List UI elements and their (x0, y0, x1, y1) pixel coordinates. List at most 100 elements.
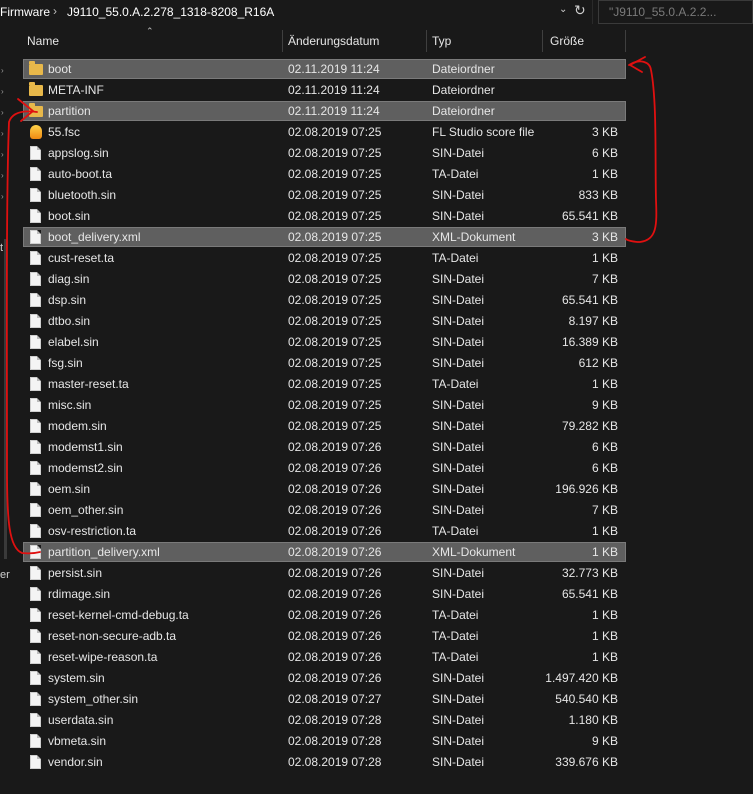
file-type: TA-Datei (432, 167, 479, 181)
column-divider[interactable] (282, 30, 283, 52)
file-row[interactable]: rdimage.sin 02.08.2019 07:26 SIN-Datei 65.5… (23, 584, 626, 604)
column-divider[interactable] (542, 30, 543, 52)
fl-studio-icon (30, 125, 42, 139)
file-date: 02.08.2019 07:25 (288, 209, 382, 223)
file-date: 02.08.2019 07:26 (288, 608, 382, 622)
file-size: 1.180 KB (568, 713, 618, 727)
file-row[interactable]: fsg.sin 02.08.2019 07:25 SIN-Datei 612 KB (23, 353, 626, 373)
file-size: 7 KB (591, 272, 618, 286)
expand-arrow-icon[interactable]: › (1, 87, 4, 96)
file-name: boot_delivery.xml (48, 230, 141, 244)
file-type: SIN-Datei (432, 755, 485, 769)
file-date: 02.08.2019 07:26 (288, 545, 382, 559)
file-icon (30, 293, 41, 307)
expand-arrow-icon[interactable]: › (1, 129, 4, 138)
expand-arrow-icon[interactable]: › (1, 171, 4, 180)
column-size[interactable]: Größe (550, 34, 584, 48)
file-row[interactable]: boot 02.11.2019 11:24 Dateiordner (23, 59, 626, 79)
file-row[interactable]: vbmeta.sin 02.08.2019 07:28 SIN-Datei 9 KB (23, 731, 626, 751)
file-size: 1.497.420 KB (545, 671, 618, 685)
file-date: 02.08.2019 07:26 (288, 440, 382, 454)
file-size: 9 KB (591, 398, 618, 412)
file-icon (30, 398, 41, 412)
file-date: 02.08.2019 07:25 (288, 146, 382, 160)
file-size: 3 KB (591, 125, 618, 139)
breadcrumb-current-folder[interactable]: J9110_55.0.A.2.278_1318-8208_R16A (67, 5, 274, 19)
column-type[interactable]: Typ (432, 34, 451, 48)
file-date: 02.08.2019 07:26 (288, 650, 382, 664)
nav-scrollbar[interactable] (4, 239, 7, 559)
file-row[interactable]: appslog.sin 02.08.2019 07:25 SIN-Datei 6 KB (23, 143, 626, 163)
navigation-pane[interactable]: › › › › › › › t er (0, 24, 10, 794)
file-type: XML-Dokument (432, 545, 516, 559)
file-row[interactable]: vendor.sin 02.08.2019 07:28 SIN-Datei 339.6… (23, 752, 626, 772)
expand-arrow-icon[interactable]: › (1, 66, 4, 75)
search-input[interactable]: "J9110_55.0.A.2.2... (598, 0, 753, 24)
file-row[interactable]: oem.sin 02.08.2019 07:26 SIN-Datei 196.926 … (23, 479, 626, 499)
column-divider[interactable] (625, 30, 626, 52)
refresh-icon[interactable]: ↻ (574, 2, 586, 19)
file-date: 02.08.2019 07:25 (288, 419, 382, 433)
file-row[interactable]: system.sin 02.08.2019 07:26 SIN-Datei 1.497… (23, 668, 626, 688)
file-row[interactable]: modemst1.sin 02.08.2019 07:26 SIN-Datei 6 K… (23, 437, 626, 457)
file-type: SIN-Datei (432, 587, 485, 601)
file-row[interactable]: reset-wipe-reason.ta 02.08.2019 07:26 TA-D… (23, 647, 626, 667)
expand-arrow-icon[interactable]: › (1, 108, 4, 117)
file-row[interactable]: system_other.sin 02.08.2019 07:27 SIN-Date… (23, 689, 626, 709)
expand-arrow-icon[interactable]: › (1, 192, 4, 201)
file-row[interactable]: elabel.sin 02.08.2019 07:25 SIN-Datei 16.38… (23, 332, 626, 352)
file-row[interactable]: dtbo.sin 02.08.2019 07:25 SIN-Datei 8.197 K… (23, 311, 626, 331)
file-row[interactable]: META-INF 02.11.2019 11:24 Dateiordner (23, 80, 626, 100)
file-row[interactable]: modem.sin 02.08.2019 07:25 SIN-Datei 79.282… (23, 416, 626, 436)
file-date: 02.08.2019 07:25 (288, 377, 382, 391)
file-row[interactable]: userdata.sin 02.08.2019 07:28 SIN-Datei 1.1… (23, 710, 626, 730)
file-type: SIN-Datei (432, 440, 485, 454)
file-row[interactable]: diag.sin 02.08.2019 07:25 SIN-Datei 7 KB (23, 269, 626, 289)
file-row[interactable]: bluetooth.sin 02.08.2019 07:25 SIN-Datei 83… (23, 185, 626, 205)
column-name[interactable]: Name (27, 34, 59, 48)
file-name: modemst2.sin (48, 461, 123, 475)
file-size: 1 KB (591, 251, 618, 265)
file-name: boot (48, 62, 72, 76)
expand-arrow-icon[interactable]: › (1, 150, 4, 159)
file-name: partition (48, 104, 91, 118)
file-type: FL Studio score file (432, 125, 535, 139)
file-row[interactable]: partition_delivery.xml 02.08.2019 07:26 XM… (23, 542, 626, 562)
file-row[interactable]: cust-reset.ta 02.08.2019 07:25 TA-Datei 1 K… (23, 248, 626, 268)
file-row[interactable]: misc.sin 02.08.2019 07:25 SIN-Datei 9 KB (23, 395, 626, 415)
file-icon (30, 587, 41, 601)
nav-item-partial[interactable]: t (0, 242, 3, 254)
file-size: 1 KB (591, 650, 618, 664)
file-row[interactable]: boot.sin 02.08.2019 07:25 SIN-Datei 65.541 … (23, 206, 626, 226)
file-row[interactable]: reset-non-secure-adb.ta 02.08.2019 07:26 T… (23, 626, 626, 646)
breadcrumb-firmware[interactable]: Firmware (0, 5, 50, 19)
file-size: 1 KB (591, 545, 618, 559)
file-name: partition_delivery.xml (48, 545, 160, 559)
chevron-down-icon[interactable]: ⌄ (559, 4, 567, 15)
file-row[interactable]: dsp.sin 02.08.2019 07:25 SIN-Datei 65.541 K… (23, 290, 626, 310)
column-date[interactable]: Änderungsdatum (288, 34, 379, 48)
file-row[interactable]: osv-restriction.ta 02.08.2019 07:26 TA-Dat… (23, 521, 626, 541)
file-size: 833 KB (578, 188, 618, 202)
file-type: Dateiordner (432, 62, 495, 76)
file-size: 1 KB (591, 608, 618, 622)
file-row[interactable]: oem_other.sin 02.08.2019 07:26 SIN-Datei 7 … (23, 500, 626, 520)
file-row[interactable]: 55.fsc 02.08.2019 07:25 FL Studio score fi… (23, 122, 626, 142)
file-type: SIN-Datei (432, 692, 485, 706)
file-date: 02.08.2019 07:26 (288, 629, 382, 643)
chevron-right-icon[interactable]: › (53, 4, 57, 18)
file-name: modem.sin (48, 419, 107, 433)
file-size: 1 KB (591, 167, 618, 181)
file-type: TA-Datei (432, 377, 479, 391)
file-row[interactable]: modemst2.sin 02.08.2019 07:26 SIN-Datei 6 K… (23, 458, 626, 478)
file-row[interactable]: partition 02.11.2019 11:24 Dateiordner (23, 101, 626, 121)
nav-item-partial[interactable]: er (0, 569, 10, 581)
file-row[interactable]: reset-kernel-cmd-debug.ta 02.08.2019 07:2… (23, 605, 626, 625)
file-row[interactable]: master-reset.ta 02.08.2019 07:25 TA-Datei 1… (23, 374, 626, 394)
file-type: TA-Datei (432, 524, 479, 538)
file-icon (30, 167, 41, 181)
file-row[interactable]: boot_delivery.xml 02.08.2019 07:25 XML-Dok… (23, 227, 626, 247)
file-row[interactable]: persist.sin 02.08.2019 07:26 SIN-Datei 32.7… (23, 563, 626, 583)
file-row[interactable]: auto-boot.ta 02.08.2019 07:25 TA-Datei 1 KB (23, 164, 626, 184)
column-divider[interactable] (426, 30, 427, 52)
